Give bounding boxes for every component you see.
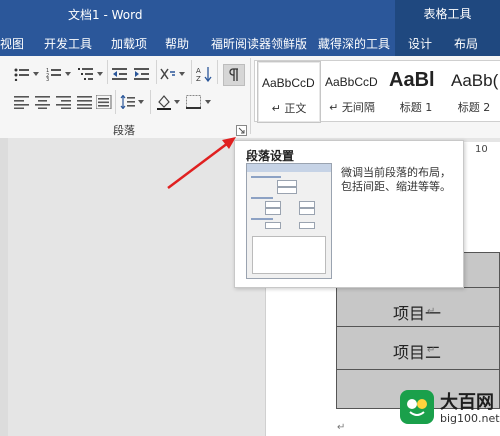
watermark-url: big100.net (440, 412, 500, 425)
watermark-name: 大百网 (440, 392, 494, 413)
red-arrow-annotation (167, 137, 236, 189)
site-watermark: 大百网 big100.net (398, 386, 500, 436)
logo-icon (400, 390, 434, 424)
